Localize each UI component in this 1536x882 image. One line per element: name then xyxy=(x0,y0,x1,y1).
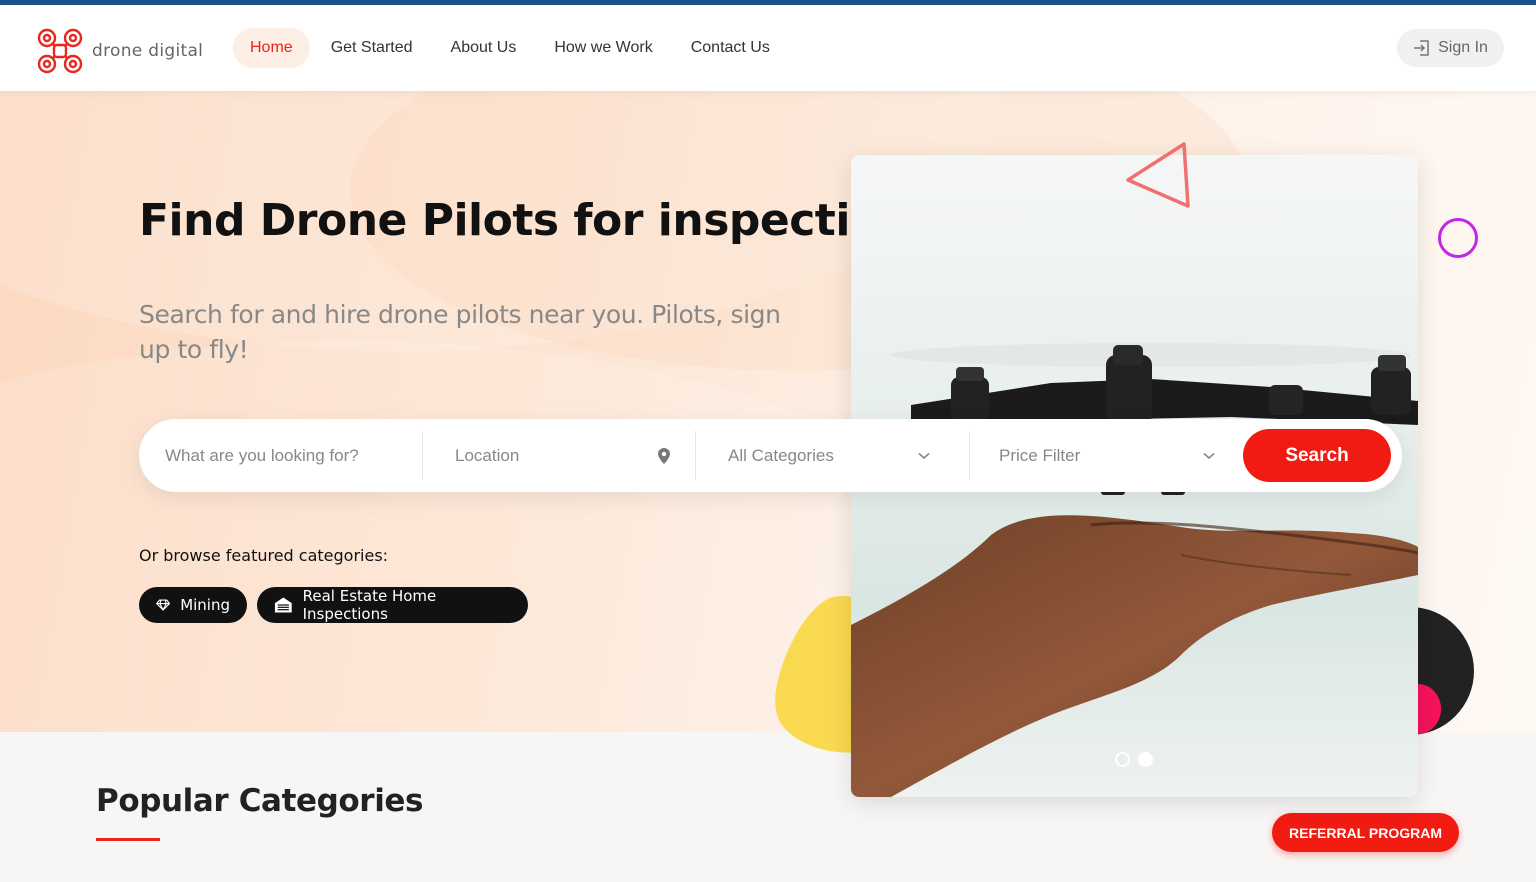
hero-title-text: Find Drone Pilots for inspections xyxy=(139,195,937,246)
logo-text: drone digital xyxy=(92,41,204,61)
price-filter-value: Price Filter xyxy=(999,445,1081,465)
field-divider xyxy=(422,431,423,480)
field-divider xyxy=(695,431,696,480)
circle-decoration xyxy=(1438,218,1478,258)
map-pin-icon xyxy=(658,447,670,464)
search-button[interactable]: Search xyxy=(1243,429,1391,482)
hero-subtitle: Search for and hire drone pilots near yo… xyxy=(139,300,781,364)
popular-categories-title: Popular Categories xyxy=(96,783,424,819)
diamond-icon xyxy=(156,599,171,611)
hero-title: Find Drone Pilots for inspections xyxy=(139,195,943,246)
title-underline xyxy=(96,838,160,841)
nav-how-we-work[interactable]: How we Work xyxy=(537,28,669,68)
garage-icon xyxy=(274,597,292,613)
category-chip-label: Mining xyxy=(180,596,230,614)
sign-in-icon xyxy=(1414,40,1429,56)
category-select[interactable]: All Categories xyxy=(728,419,930,492)
chevron-down-icon xyxy=(1203,452,1215,459)
field-divider xyxy=(969,431,970,480)
nav-get-started[interactable]: Get Started xyxy=(314,28,430,68)
search-bar: What are you looking for? Location All C… xyxy=(139,419,1402,492)
location-placeholder: Location xyxy=(455,445,520,465)
keyword-input[interactable]: What are you looking for? xyxy=(165,419,415,492)
triangle-decoration xyxy=(1126,142,1190,208)
slider-dots xyxy=(1115,752,1153,767)
category-chip-real-estate[interactable]: Real Estate Home Inspections xyxy=(257,587,528,623)
slider-dot-active[interactable] xyxy=(1138,752,1153,767)
keyword-placeholder: What are you looking for? xyxy=(165,445,359,465)
slider-dot[interactable] xyxy=(1115,752,1130,767)
price-filter-select[interactable]: Price Filter xyxy=(999,419,1215,492)
category-chip-mining[interactable]: Mining xyxy=(139,587,247,623)
sign-in-label: Sign In xyxy=(1438,39,1488,56)
nav-contact-us[interactable]: Contact Us xyxy=(674,28,787,68)
nav-home[interactable]: Home xyxy=(233,28,310,68)
location-input[interactable]: Location xyxy=(455,419,670,492)
category-chip-label: Real Estate Home Inspections xyxy=(302,587,437,623)
site-header: drone digital Home Get Started About Us … xyxy=(0,5,1536,91)
referral-program-button[interactable]: REFERRAL PROGRAM xyxy=(1272,813,1459,852)
nav-about-us[interactable]: About Us xyxy=(434,28,534,68)
featured-categories-label: Or browse featured categories: xyxy=(139,546,389,565)
chevron-down-icon xyxy=(918,452,930,459)
logo[interactable]: drone digital xyxy=(36,27,203,75)
drone-logo-icon xyxy=(37,28,83,74)
category-select-value: All Categories xyxy=(728,445,834,465)
main-nav: Home Get Started About Us How we Work Co… xyxy=(233,28,791,68)
sign-in-button[interactable]: Sign In xyxy=(1397,29,1504,67)
